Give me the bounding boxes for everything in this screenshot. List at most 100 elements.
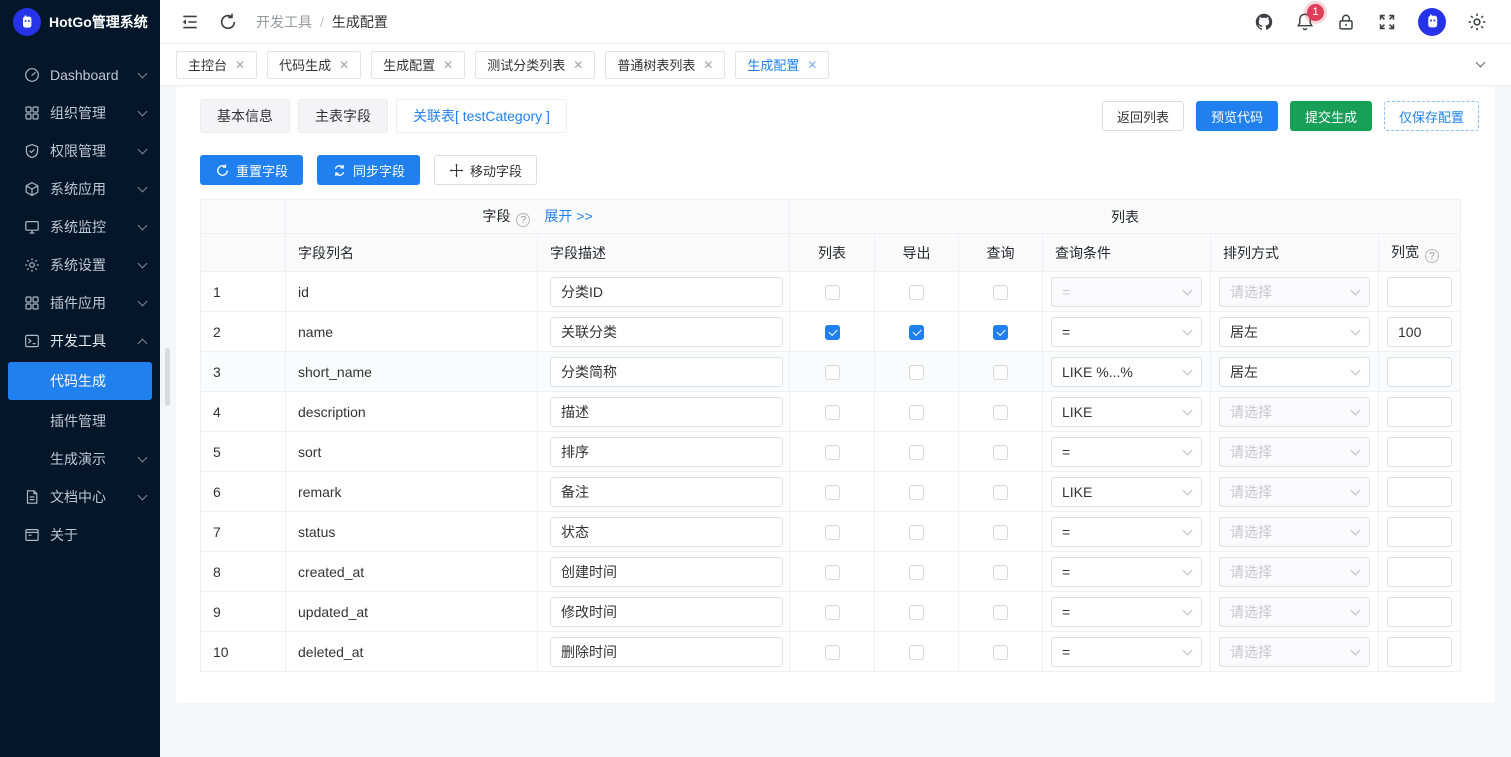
export-checkbox[interactable] [909,525,924,540]
export-checkbox[interactable] [909,325,924,340]
query-condition-select[interactable]: = [1051,437,1202,467]
width-input[interactable] [1387,437,1452,467]
query-checkbox[interactable] [993,565,1008,580]
logo[interactable]: HotGo管理系统 [0,0,160,44]
list-checkbox[interactable] [825,365,840,380]
preview-code-button[interactable]: 预览代码 [1196,101,1278,131]
field-desc-input[interactable]: 排序 [550,437,783,467]
help-icon[interactable] [1425,249,1439,263]
sidebar-item-about[interactable]: 关于 [0,516,160,554]
list-checkbox[interactable] [825,565,840,580]
refresh-icon[interactable] [218,12,238,32]
move-fields-button[interactable]: 移动字段 [434,155,537,185]
close-icon[interactable]: ✕ [807,59,817,71]
export-checkbox[interactable] [909,565,924,580]
list-checkbox[interactable] [825,485,840,500]
list-checkbox[interactable] [825,605,840,620]
query-checkbox[interactable] [993,285,1008,300]
close-icon[interactable]: ✕ [703,59,713,71]
help-icon[interactable] [516,213,530,227]
width-input[interactable] [1387,557,1452,587]
nav-tab[interactable]: 代码生成✕ [267,51,361,79]
field-desc-input[interactable]: 状态 [550,517,783,547]
export-checkbox[interactable] [909,605,924,620]
sync-fields-button[interactable]: 同步字段 [317,155,420,185]
sidebar-item-docs[interactable]: 文档中心 [0,478,160,516]
back-to-list-button[interactable]: 返回列表 [1102,101,1184,131]
query-checkbox[interactable] [993,605,1008,620]
align-select[interactable]: 居左 [1219,357,1370,387]
align-select[interactable]: 居左 [1219,317,1370,347]
notifications[interactable]: 1 [1295,12,1315,32]
close-icon[interactable]: ✕ [339,59,349,71]
nav-tab[interactable]: 生成配置✕ [735,51,829,79]
tab-basic-info[interactable]: 基本信息 [200,99,290,133]
github-icon[interactable] [1254,12,1274,32]
query-condition-select[interactable]: = [1051,517,1202,547]
sidebar-item-dashboard[interactable]: Dashboard [0,56,160,94]
export-checkbox[interactable] [909,405,924,420]
export-checkbox[interactable] [909,445,924,460]
expand-link[interactable]: 展开 >> [544,208,592,224]
sidebar-scrollbar[interactable] [165,348,170,406]
export-checkbox[interactable] [909,485,924,500]
tab-relation-table[interactable]: 关联表[ testCategory ] [396,99,567,133]
field-desc-input[interactable]: 分类简称 [550,357,783,387]
sidebar-item-apps[interactable]: 系统应用 [0,170,160,208]
tabstrip-collapse-button[interactable] [1465,63,1495,66]
list-checkbox[interactable] [825,645,840,660]
query-condition-select[interactable]: = [1051,317,1202,347]
sidebar-item-codegen[interactable]: 代码生成 [8,362,152,400]
nav-tab[interactable]: 生成配置✕ [371,51,465,79]
close-icon[interactable]: ✕ [443,59,453,71]
query-checkbox[interactable] [993,445,1008,460]
nav-tab[interactable]: 主控台✕ [176,51,257,79]
width-input[interactable] [1387,357,1452,387]
width-input[interactable] [1387,397,1452,427]
field-desc-input[interactable]: 删除时间 [550,637,783,667]
export-checkbox[interactable] [909,285,924,300]
list-checkbox[interactable] [825,325,840,340]
width-input[interactable] [1387,517,1452,547]
submit-generate-button[interactable]: 提交生成 [1290,101,1372,131]
field-desc-input[interactable]: 描述 [550,397,783,427]
width-input[interactable] [1387,277,1452,307]
list-checkbox[interactable] [825,285,840,300]
sidebar-item-addons[interactable]: 插件管理 [0,402,160,440]
sidebar-item-org[interactable]: 组织管理 [0,94,160,132]
list-checkbox[interactable] [825,445,840,460]
field-desc-input[interactable]: 备注 [550,477,783,507]
export-checkbox[interactable] [909,645,924,660]
width-input[interactable]: 100 [1387,317,1452,347]
close-icon[interactable]: ✕ [573,59,583,71]
query-checkbox[interactable] [993,485,1008,500]
settings-gear-icon[interactable] [1467,12,1487,32]
export-checkbox[interactable] [909,365,924,380]
query-condition-select[interactable]: LIKE %...% [1051,357,1202,387]
field-desc-input[interactable]: 分类ID [550,277,783,307]
menu-fold-icon[interactable] [180,12,200,32]
query-condition-select[interactable]: = [1051,557,1202,587]
query-condition-select[interactable]: = [1051,637,1202,667]
reset-fields-button[interactable]: 重置字段 [200,155,303,185]
query-checkbox[interactable] [993,325,1008,340]
query-checkbox[interactable] [993,525,1008,540]
sidebar-item-auth[interactable]: 权限管理 [0,132,160,170]
sidebar-item-devtools[interactable]: 开发工具 [0,322,160,360]
field-desc-input[interactable]: 修改时间 [550,597,783,627]
list-checkbox[interactable] [825,525,840,540]
query-checkbox[interactable] [993,365,1008,380]
sidebar-item-settings[interactable]: 系统设置 [0,246,160,284]
sidebar-item-plugins[interactable]: 插件应用 [0,284,160,322]
list-checkbox[interactable] [825,405,840,420]
nav-tab[interactable]: 测试分类列表✕ [475,51,595,79]
fullscreen-icon[interactable] [1377,12,1397,32]
query-condition-select[interactable]: = [1051,597,1202,627]
query-condition-select[interactable]: LIKE [1051,477,1202,507]
sidebar-item-monitor[interactable]: 系统监控 [0,208,160,246]
query-condition-select[interactable]: LIKE [1051,397,1202,427]
close-icon[interactable]: ✕ [235,59,245,71]
width-input[interactable] [1387,477,1452,507]
avatar[interactable] [1418,8,1446,36]
field-desc-input[interactable]: 关联分类 [550,317,783,347]
